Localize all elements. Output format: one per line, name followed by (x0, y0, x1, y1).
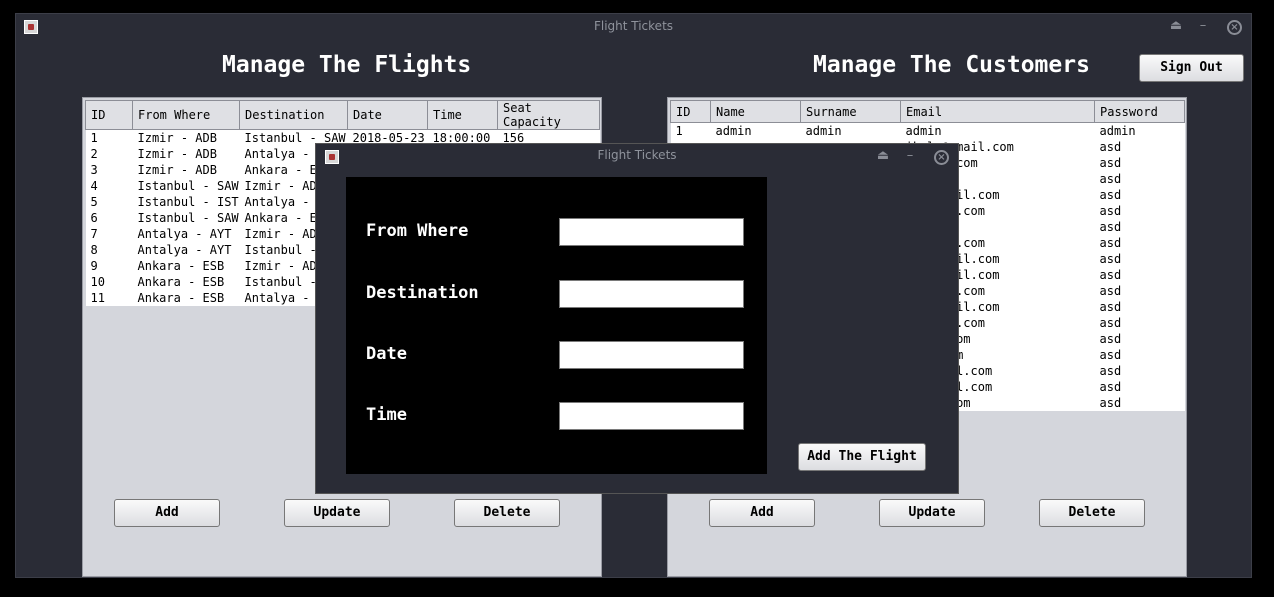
flights-column-header[interactable]: ID (85, 100, 133, 130)
customers-table-cell: asd (1094, 138, 1185, 155)
customers-column-header[interactable]: Surname (800, 100, 901, 123)
dialog-restore-icon[interactable]: – (902, 148, 918, 164)
flights-table-cell: Izmir - ADB (132, 161, 240, 178)
date-label: Date (366, 344, 407, 364)
customers-heading: Manage The Customers (813, 52, 1090, 78)
flights-column-header[interactable]: From Where (132, 100, 240, 130)
flights-table-cell: Izmir - ADB (132, 145, 240, 162)
flights-column-header[interactable]: Destination (239, 100, 348, 130)
flights-table-cell: 8 (85, 241, 133, 258)
customers-table-cell: asd (1094, 298, 1185, 315)
customers-table-cell: asd (1094, 314, 1185, 331)
customers-table-cell: asd (1094, 170, 1185, 187)
flights-table-cell: Ankara - ESB (132, 273, 240, 290)
flights-heading: Manage The Flights (222, 52, 472, 78)
customers-table-cell: asd (1094, 154, 1185, 171)
flights-table-cell: 4 (85, 177, 133, 194)
add-the-flight-button[interactable]: Add The Flight (798, 443, 926, 471)
customers-delete-button[interactable]: Delete (1039, 499, 1145, 527)
customers-column-header[interactable]: Email (900, 100, 1095, 123)
flights-table-cell: Izmir - ADB (132, 129, 240, 146)
add-flight-dialog: Flight Tickets ⏏ – × From Where Destinat… (315, 143, 959, 494)
customers-table-cell: asd (1094, 218, 1185, 235)
customers-table-cell: asd (1094, 378, 1185, 395)
customers-table-cell: asd (1094, 202, 1185, 219)
flights-table-cell: 9 (85, 257, 133, 274)
customers-update-button[interactable]: Update (879, 499, 985, 527)
flights-table-cell: Antalya - AYT (132, 241, 240, 258)
close-icon[interactable]: × (1227, 20, 1242, 35)
from-where-input[interactable] (559, 218, 744, 246)
date-input[interactable] (559, 341, 744, 369)
customers-column-header[interactable]: ID (670, 100, 711, 123)
dialog-minimize-icon[interactable]: ⏏ (875, 148, 891, 164)
customers-table-cell: asd (1094, 346, 1185, 363)
customers-table-cell: asd (1094, 330, 1185, 347)
flights-table-cell: 10 (85, 273, 133, 290)
dialog-titlebar[interactable]: Flight Tickets ⏏ – × (316, 144, 958, 170)
dialog-title: Flight Tickets (597, 148, 677, 162)
minimize-icon[interactable]: ⏏ (1168, 18, 1184, 34)
flights-column-header[interactable]: Date (347, 100, 428, 130)
customers-table-cell: admin (1094, 122, 1185, 139)
flights-table-cell: 2 (85, 145, 133, 162)
flight-form: From Where Destination Date Time (346, 177, 767, 474)
flights-table-cell: 11 (85, 289, 133, 306)
customers-table-cell: asd (1094, 282, 1185, 299)
sign-out-button[interactable]: Sign Out (1139, 54, 1244, 82)
customers-table-cell: asd (1094, 266, 1185, 283)
customers-table-cell: 1 (670, 122, 711, 139)
flights-table-cell: 5 (85, 193, 133, 210)
flights-update-button[interactable]: Update (284, 499, 390, 527)
customers-table-cell: asd (1094, 362, 1185, 379)
customers-table-cell: asd (1094, 394, 1185, 411)
flights-table-cell: Istanbul - SAW (132, 177, 240, 194)
flights-table-cell: Istanbul - IST (132, 193, 240, 210)
time-input[interactable] (559, 402, 744, 430)
customers-table-row[interactable]: 1 admin admin admin admin (670, 122, 1185, 139)
flights-table-cell: Ankara - ESB (132, 289, 240, 306)
flights-column-header[interactable]: Seat Capacity (497, 100, 600, 130)
flights-table-cell: 1 (85, 129, 133, 146)
customers-table-cell: admin (800, 122, 901, 139)
destination-input[interactable] (559, 280, 744, 308)
main-window-title: Flight Tickets (593, 19, 674, 33)
flights-table-cell: 7 (85, 225, 133, 242)
customers-add-button[interactable]: Add (709, 499, 815, 527)
main-titlebar[interactable]: Flight Tickets ⏏ – × (16, 14, 1251, 40)
flights-table-cell: Antalya - AYT (132, 225, 240, 242)
customers-column-header[interactable]: Password (1094, 100, 1185, 123)
flights-table-cell: 6 (85, 209, 133, 226)
flights-add-button[interactable]: Add (114, 499, 220, 527)
flights-table-cell: Ankara - ESB (132, 257, 240, 274)
customers-table-cell: asd (1094, 186, 1185, 203)
time-label: Time (366, 405, 407, 425)
destination-label: Destination (366, 283, 479, 303)
customers-column-header[interactable]: Name (710, 100, 801, 123)
dialog-close-icon[interactable]: × (934, 150, 949, 165)
flights-table-cell: Istanbul - SAW (132, 209, 240, 226)
from-where-label: From Where (366, 221, 469, 241)
restore-icon[interactable]: – (1195, 18, 1211, 34)
flights-delete-button[interactable]: Delete (454, 499, 560, 527)
flights-column-header[interactable]: Time (427, 100, 498, 130)
customers-table-cell: admin (710, 122, 801, 139)
customers-table-cell: asd (1094, 234, 1185, 251)
customers-table-cell: admin (900, 122, 1095, 139)
customers-table-cell: asd (1094, 250, 1185, 267)
flights-table-cell: 3 (85, 161, 133, 178)
